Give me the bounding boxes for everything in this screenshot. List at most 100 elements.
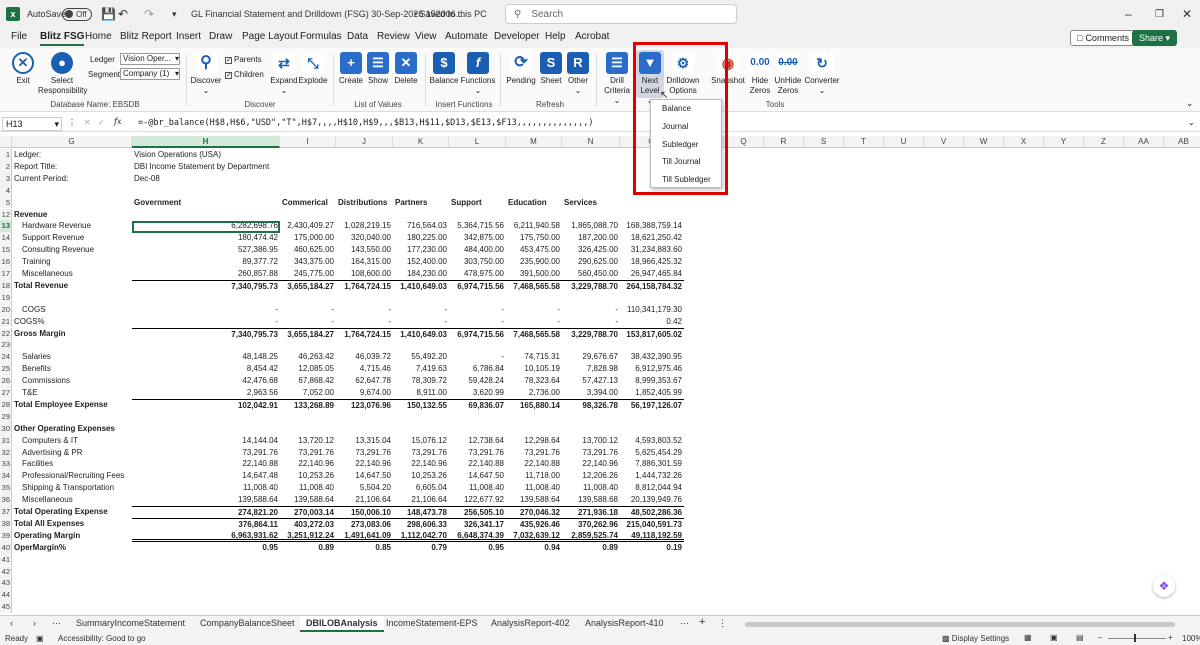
value-cell[interactable]: 22,140.96 <box>336 458 393 470</box>
row-label-cell[interactable] <box>14 292 132 304</box>
value-cell[interactable]: 2,859,525.74 <box>562 530 620 542</box>
row-header[interactable]: 43 <box>0 577 12 590</box>
value-cell[interactable]: 0.19 <box>620 542 684 554</box>
column-header-q[interactable]: Q <box>724 136 764 148</box>
expand-button[interactable]: ⇄ Expand ⌄ <box>270 52 298 96</box>
row-header[interactable]: 36 <box>0 494 12 506</box>
unhide-zeros-button[interactable]: 0.00 UnHide Zeros <box>773 52 803 96</box>
value-cell[interactable]: 9,674.00 <box>336 387 393 399</box>
collapse-ribbon-icon[interactable]: ⌄ <box>1186 98 1194 109</box>
column-header-s[interactable]: S <box>804 136 844 148</box>
value-cell[interactable]: 46,263.42 <box>280 351 336 363</box>
value-cell[interactable]: 3,655,184.27 <box>280 279 336 292</box>
value-cell[interactable]: 5,364,715.56 <box>449 220 506 232</box>
value-cell[interactable]: - <box>449 316 506 328</box>
value-cell[interactable]: 7,468,565.58 <box>506 327 562 340</box>
row-header[interactable]: 20 <box>0 303 12 316</box>
value-cell[interactable]: 0.89 <box>562 542 620 554</box>
value-cell[interactable]: 73,291.76 <box>393 447 449 459</box>
tab-blitz-report[interactable]: Blitz Report <box>120 31 172 42</box>
ledger-label-cell[interactable]: Ledger: <box>14 149 132 161</box>
value-cell[interactable]: 245,775.00 <box>280 268 336 280</box>
row-header[interactable]: 45 <box>0 601 12 614</box>
value-cell[interactable]: 0.85 <box>336 542 393 554</box>
row-header[interactable]: 29 <box>0 410 12 423</box>
value-cell[interactable]: 7,340,795.73 <box>132 327 280 340</box>
value-cell[interactable]: 187,200.00 <box>562 232 620 244</box>
department-header-cell[interactable]: Education <box>508 197 562 209</box>
row-header[interactable]: 13 <box>0 220 12 233</box>
value-cell[interactable]: 6,786.84 <box>449 363 506 375</box>
value-cell[interactable]: 62,647.78 <box>336 375 393 387</box>
comments-button[interactable]: □ Comments <box>1070 30 1136 46</box>
value-cell[interactable]: 8,999,353.67 <box>620 375 684 387</box>
value-cell[interactable]: 12,298.64 <box>506 435 562 447</box>
value-cell[interactable]: - <box>562 304 620 316</box>
normal-view-icon[interactable]: ▦ <box>1024 633 1032 642</box>
value-cell[interactable]: 168,388,759.14 <box>620 220 684 232</box>
zoom-in-icon[interactable]: + <box>1168 633 1173 642</box>
value-cell[interactable]: 326,425.00 <box>562 244 620 256</box>
value-cell[interactable]: 5,625,454.29 <box>620 447 684 459</box>
undo-icon[interactable]: ↶ <box>118 0 128 28</box>
zoom-slider[interactable] <box>1108 638 1166 639</box>
row-label-cell[interactable]: COGS% <box>14 316 132 328</box>
row-header[interactable]: 30 <box>0 422 12 435</box>
row-header[interactable]: 42 <box>0 565 12 578</box>
value-cell[interactable]: 59,428.24 <box>449 375 506 387</box>
value-cell[interactable]: 14,647.50 <box>336 470 393 482</box>
row-header[interactable]: 1 <box>0 149 12 161</box>
row-label-cell[interactable]: OperMargin% <box>14 542 132 554</box>
value-cell[interactable]: 22,140.88 <box>132 458 280 470</box>
value-cell[interactable]: 11,008.40 <box>132 482 280 494</box>
row-header[interactable]: 27 <box>0 387 12 399</box>
value-cell[interactable]: 123,076.96 <box>336 398 393 411</box>
value-cell[interactable]: 235,900.00 <box>506 256 562 268</box>
value-cell[interactable]: 139,588.68 <box>562 494 620 506</box>
ledger-select[interactable]: Vision Oper... ▾ <box>120 53 180 65</box>
value-cell[interactable]: - <box>336 304 393 316</box>
current-period-label-cell[interactable]: Current Period: <box>14 173 132 185</box>
value-cell[interactable]: 6,974,715.56 <box>449 279 506 292</box>
value-cell[interactable]: 56,197,126.07 <box>620 398 684 411</box>
value-cell[interactable]: 1,410,649.03 <box>393 327 449 340</box>
macro-record-icon[interactable]: ▣ <box>36 634 44 643</box>
parents-checkbox[interactable]: ✓ Parents <box>225 55 262 64</box>
customize-qat-icon[interactable]: ▾ <box>172 0 177 28</box>
row-label-cell[interactable]: Shipping & Transportation <box>14 482 132 494</box>
column-header-j[interactable]: J <box>336 136 393 148</box>
more-icon[interactable]: ⋮ <box>68 118 76 127</box>
sheet-tab-analysisreport-402[interactable]: AnalysisReport-402 <box>491 618 570 628</box>
value-cell[interactable]: 12,738.64 <box>449 435 506 447</box>
column-header-u[interactable]: U <box>884 136 924 148</box>
value-cell[interactable]: 150,132.55 <box>393 398 449 411</box>
value-cell[interactable]: 49,118,192.59 <box>620 530 684 542</box>
value-cell[interactable]: 8,911.00 <box>393 387 449 399</box>
row-header[interactable]: 44 <box>0 589 12 602</box>
value-cell[interactable]: 10,105.19 <box>506 363 562 375</box>
value-cell[interactable]: 22,140.96 <box>562 458 620 470</box>
value-cell[interactable]: 716,564.03 <box>393 220 449 232</box>
delete-button[interactable]: ✕ Delete <box>392 52 420 86</box>
value-cell[interactable]: 13,700.12 <box>562 435 620 447</box>
prev-sheet-icon[interactable]: ‹ <box>10 618 13 628</box>
row-header[interactable]: 37 <box>0 506 12 518</box>
search-input[interactable]: ⚲ Search <box>505 4 737 24</box>
value-cell[interactable]: 143,550.00 <box>336 244 393 256</box>
value-cell[interactable]: 139,588.64 <box>132 494 280 506</box>
select-responsibility-button[interactable]: ● Select Responsibility <box>38 52 87 96</box>
value-cell[interactable]: 5,504.20 <box>336 482 393 494</box>
value-cell[interactable]: 0.95 <box>449 542 506 554</box>
zoom-level[interactable]: 100% <box>1182 634 1200 643</box>
expand-formula-icon[interactable]: ⌄ <box>1188 118 1195 127</box>
value-cell[interactable]: 1,764,724.15 <box>336 279 393 292</box>
value-cell[interactable]: 6,963,931.62 <box>132 530 280 542</box>
value-cell[interactable]: 55,492.20 <box>393 351 449 363</box>
row-header[interactable]: 40 <box>0 541 12 554</box>
close-icon[interactable]: ✕ <box>1182 0 1192 28</box>
value-cell[interactable]: 0.42 <box>620 316 684 328</box>
value-cell[interactable]: 180,474.42 <box>132 232 280 244</box>
enter-icon[interactable]: ✓ <box>98 118 105 127</box>
sheet-tab-dbilobanalysis[interactable]: DBILOBAnalysis <box>300 616 384 632</box>
row-label-cell[interactable]: Hardware Revenue <box>14 220 132 232</box>
